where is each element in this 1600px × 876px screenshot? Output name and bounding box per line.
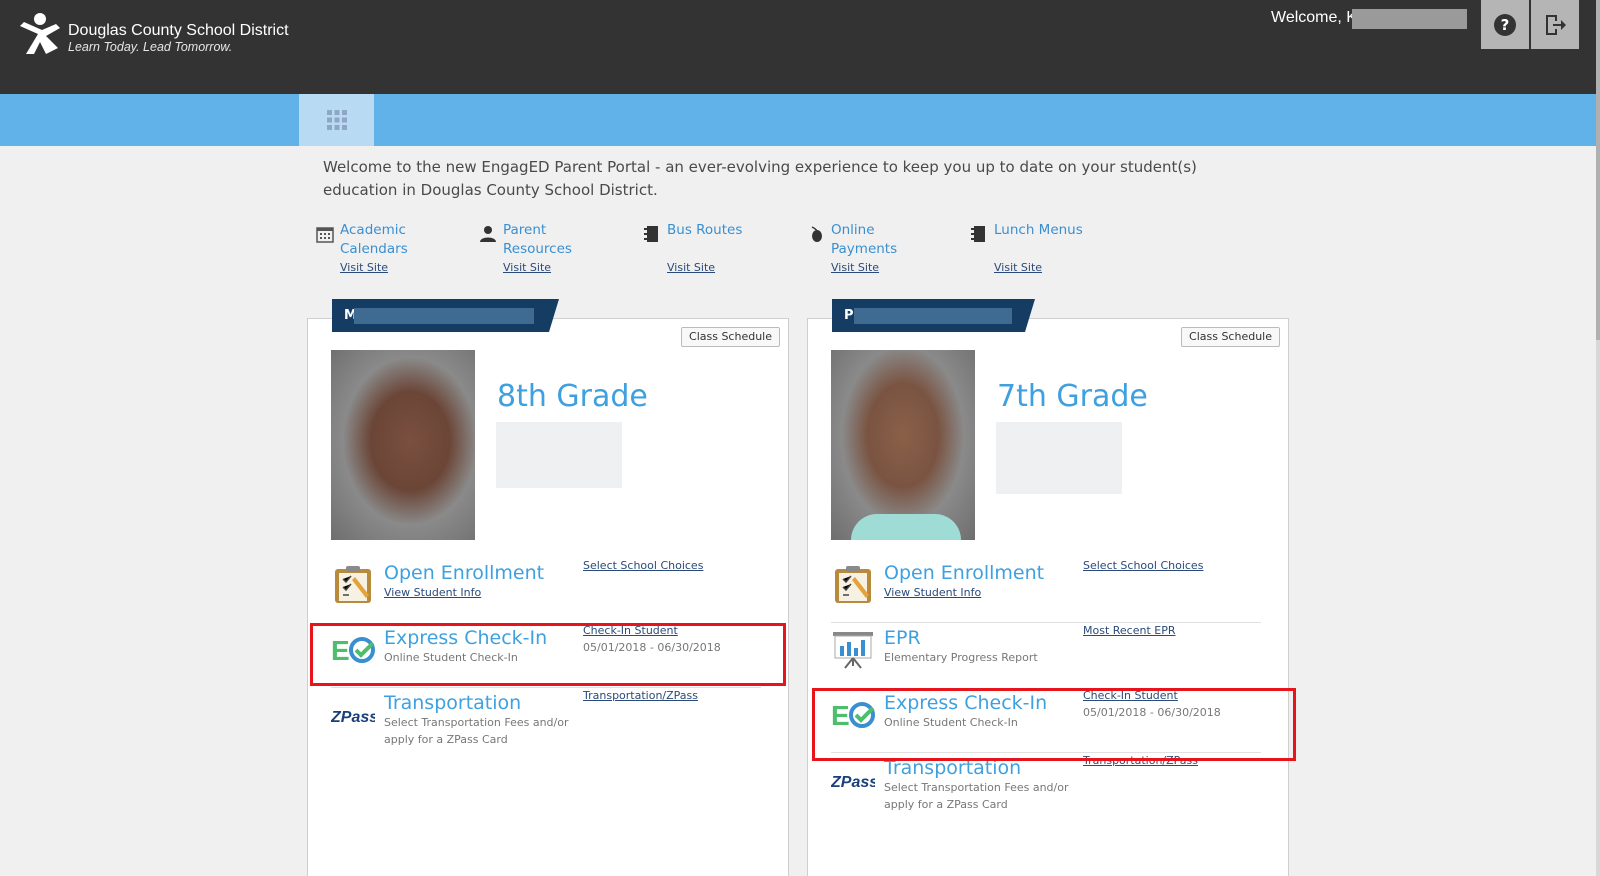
transportation-subtitle: Select Transportation Fees and/or apply … <box>884 781 1069 811</box>
svg-text:?: ? <box>1501 16 1510 34</box>
redacted-student-name <box>854 308 1012 324</box>
clipboard-checklist-icon <box>835 566 871 603</box>
quick-link-label[interactable]: Bus Routes <box>667 221 767 240</box>
visit-site-link[interactable]: Visit Site <box>831 261 879 274</box>
select-school-choices-link[interactable]: Select School Choices <box>583 559 703 572</box>
grid-icon <box>326 110 347 130</box>
welcome-text: Welcome, K <box>1271 9 1357 26</box>
epr-row: EPR Elementary Progress Report Most Rece… <box>831 622 1261 688</box>
person-icon <box>480 226 496 242</box>
quick-link-label[interactable]: Parent Resources <box>503 221 603 259</box>
quick-link-label[interactable]: Academic Calendars <box>340 221 440 259</box>
open-enrollment-title[interactable]: Open Enrollment <box>384 562 544 584</box>
class-schedule-button[interactable]: Class Schedule <box>681 327 780 347</box>
svg-text:ZPass: ZPass <box>831 774 875 791</box>
quick-link-label[interactable]: Lunch Menus <box>994 221 1094 240</box>
redacted-school-info <box>996 422 1122 494</box>
open-enrollment-row: Open Enrollment View Student Info Select… <box>331 557 761 623</box>
presentation-chart-icon <box>833 632 873 669</box>
student-card: Class Schedule 8th Grade Open Enrollment… <box>307 318 789 876</box>
tab-fold <box>549 299 559 332</box>
question-icon: ? <box>1494 13 1516 36</box>
visit-site-link[interactable]: Visit Site <box>994 261 1042 274</box>
view-student-info-link[interactable]: View Student Info <box>384 584 574 601</box>
district-tagline: Learn Today. Lead Tomorrow. <box>68 40 233 54</box>
notebook-icon <box>971 226 985 242</box>
student-photo <box>331 350 475 540</box>
student-name-tab[interactable]: P <box>832 299 1035 332</box>
select-school-choices-link[interactable]: Select School Choices <box>1083 559 1203 572</box>
mouse-icon <box>811 226 822 242</box>
visit-site-link[interactable]: Visit Site <box>503 261 551 274</box>
class-schedule-button[interactable]: Class Schedule <box>1181 327 1280 347</box>
clipboard-checklist-icon <box>335 566 371 603</box>
zpass-logo-icon: ZPass <box>331 709 375 726</box>
apps-menu-button[interactable] <box>299 94 374 146</box>
district-name: Douglas County School District <box>68 22 289 39</box>
epr-title[interactable]: EPR <box>884 627 921 649</box>
transportation-subtitle: Select Transportation Fees and/or apply … <box>384 716 569 746</box>
help-button[interactable]: ? <box>1481 0 1529 49</box>
redacted-username <box>1352 9 1467 29</box>
zpass-logo-icon: ZPass <box>831 774 875 791</box>
redacted-student-name <box>354 308 534 324</box>
district-logo[interactable] <box>18 12 62 56</box>
scrollbar-thumb[interactable] <box>1596 0 1600 340</box>
transportation-row: ZPass Transportation Select Transportati… <box>331 687 761 753</box>
district-brand[interactable]: Douglas County School District Learn Tod… <box>68 22 289 54</box>
open-enrollment-row: Open Enrollment View Student Info Select… <box>831 557 1261 623</box>
most-recent-epr-link[interactable]: Most Recent EPR <box>1083 624 1176 637</box>
quick-link-label[interactable]: Online Payments <box>831 221 931 259</box>
student-name-tab[interactable]: M <box>332 299 559 332</box>
svg-text:ZPass: ZPass <box>331 709 375 726</box>
student-photo <box>831 350 975 540</box>
photo-shirt <box>851 514 961 540</box>
transportation-row: ZPass Transportation Select Transportati… <box>831 752 1261 818</box>
notebook-icon <box>644 226 658 242</box>
tab-fold <box>1025 299 1035 332</box>
transportation-zpass-link[interactable]: Transportation/ZPass <box>583 689 698 702</box>
student-grade: 7th Grade <box>997 379 1148 414</box>
epr-subtitle: Elementary Progress Report <box>884 651 1038 664</box>
visit-site-link[interactable]: Visit Site <box>340 261 388 274</box>
calendar-icon <box>316 227 334 243</box>
intro-text: Welcome to the new EngagED Parent Portal… <box>323 158 1197 199</box>
view-student-info-link[interactable]: View Student Info <box>884 584 1074 601</box>
student-initial: P <box>844 308 854 323</box>
student-card: Class Schedule 7th Grade Open Enrollment… <box>807 318 1289 876</box>
highlight-express-checkin-1 <box>310 623 786 686</box>
visit-site-link[interactable]: Visit Site <box>667 261 715 274</box>
sign-out-icon <box>1546 14 1566 35</box>
logout-button[interactable] <box>1531 0 1579 49</box>
transportation-title[interactable]: Transportation <box>384 692 521 714</box>
redacted-school-info <box>496 422 622 488</box>
nav-bar <box>0 94 1600 146</box>
highlight-express-checkin-2 <box>812 688 1296 761</box>
open-enrollment-title[interactable]: Open Enrollment <box>884 562 1044 584</box>
student-grade: 8th Grade <box>497 379 648 414</box>
